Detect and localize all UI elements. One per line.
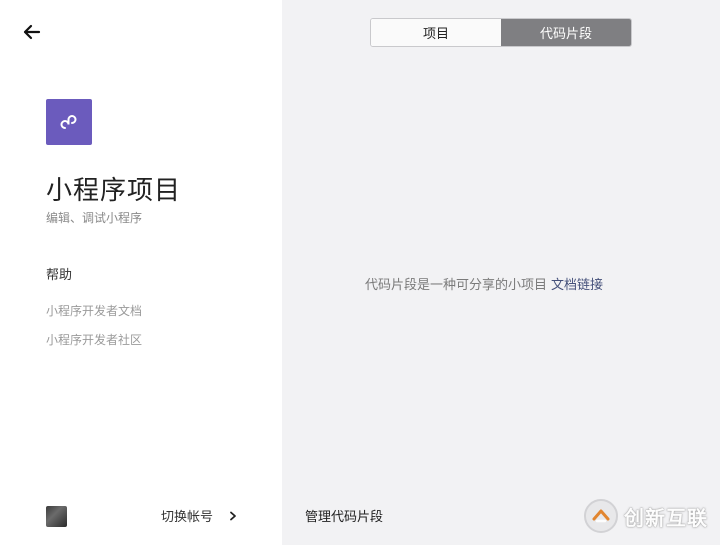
avatar[interactable] <box>46 506 67 527</box>
watermark-text: 创新互联 <box>624 505 708 530</box>
sidebar: 小程序项目 编辑、调试小程序 帮助 小程序开发者文档 小程序开发者社区 切换帐号 <box>0 0 282 545</box>
page-title: 小程序项目 <box>46 176 182 206</box>
developer-docs-link[interactable]: 小程序开发者文档 <box>46 302 142 319</box>
switch-account-button[interactable]: 切换帐号 <box>161 506 237 525</box>
main-panel <box>282 0 720 545</box>
empty-state-message: 代码片段是一种可分享的小项目 文档链接 <box>365 274 603 293</box>
tab-code-snippets[interactable]: 代码片段 <box>501 19 631 46</box>
back-button[interactable] <box>20 20 44 44</box>
developer-community-link[interactable]: 小程序开发者社区 <box>46 331 142 348</box>
arrow-left-icon <box>23 24 41 40</box>
switch-account-label: 切换帐号 <box>161 510 214 525</box>
chevron-right-icon <box>230 511 236 520</box>
project-type-tabs: 项目 代码片段 <box>370 18 632 47</box>
miniprogram-logo-icon <box>46 99 92 145</box>
tab-projects[interactable]: 项目 <box>371 19 501 46</box>
watermark-logo-icon <box>584 499 618 533</box>
help-heading: 帮助 <box>46 268 73 283</box>
page-subtitle: 编辑、调试小程序 <box>46 211 143 225</box>
manage-snippets-button[interactable]: 管理代码片段 <box>305 506 383 525</box>
doc-link[interactable]: 文档链接 <box>551 278 603 293</box>
watermark: 创新互联 <box>584 497 708 535</box>
empty-state-text: 代码片段是一种可分享的小项目 <box>365 278 548 293</box>
